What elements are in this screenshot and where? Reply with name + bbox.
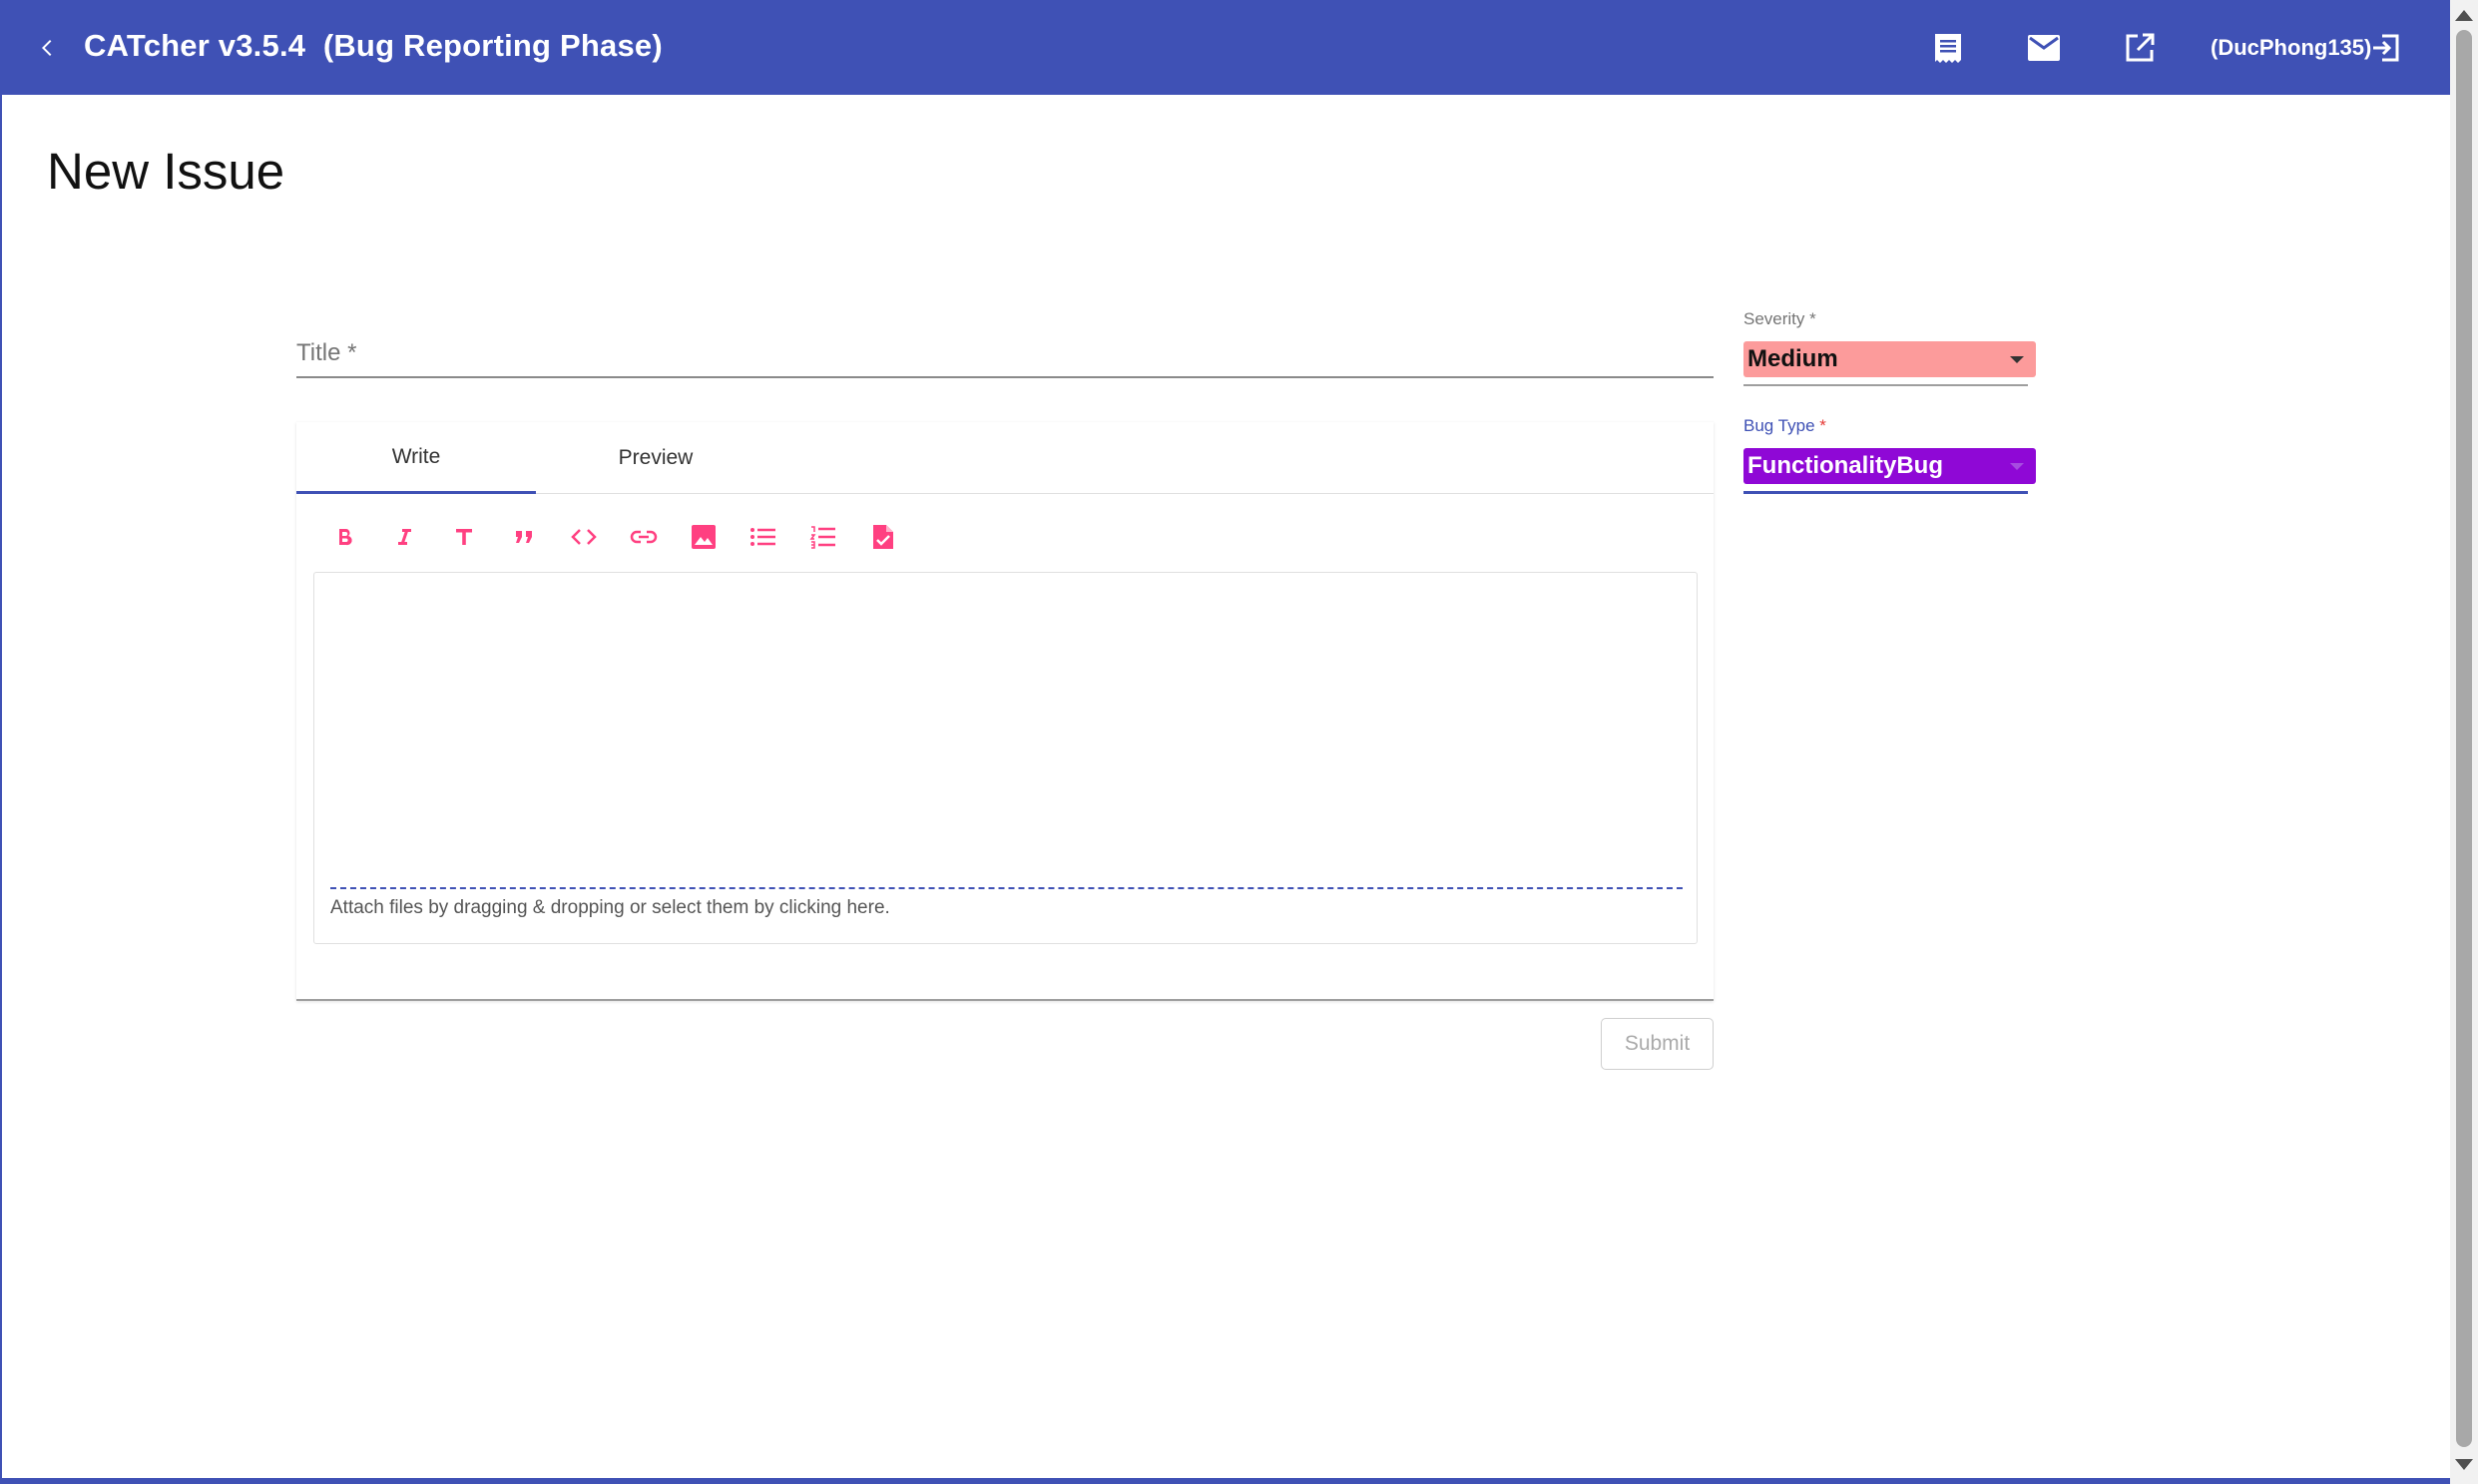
notes-icon[interactable] [1928, 28, 1968, 68]
tab-write[interactable]: Write [296, 422, 536, 494]
bug-type-underline [1743, 491, 2028, 494]
italic-icon[interactable] [374, 517, 434, 557]
tab-preview[interactable]: Preview [536, 422, 775, 494]
scrollbar-thumb[interactable] [2456, 30, 2472, 1447]
description-textarea[interactable]: Attach files by dragging & dropping or s… [313, 572, 1698, 944]
vertical-scrollbar[interactable] [2450, 0, 2478, 1484]
severity-value: Medium [1747, 345, 1838, 372]
attach-divider [330, 887, 1683, 889]
editor-tabs: Write Preview [296, 422, 1714, 494]
bold-icon[interactable] [314, 517, 374, 557]
username-label: (DucPhong135) [2211, 35, 2372, 60]
bulleted-list-icon[interactable] [734, 517, 793, 557]
open-in-new-icon[interactable] [2120, 28, 2160, 68]
severity-select[interactable]: Medium [1743, 341, 2036, 377]
back-arrow-icon[interactable] [28, 28, 68, 68]
scroll-down-icon[interactable] [2455, 1459, 2473, 1470]
app-title: CATcher v3.5.4 (Bug Reporting Phase) [84, 28, 663, 63]
title-input[interactable]: Title * [296, 334, 1714, 378]
main-content: New Issue Title * Write Preview Attach f… [2, 95, 2450, 1478]
logout-icon[interactable] [2365, 28, 2405, 68]
link-icon[interactable] [614, 517, 674, 557]
attach-files-hint[interactable]: Attach files by dragging & dropping or s… [330, 897, 890, 919]
code-icon[interactable] [554, 517, 614, 557]
top-toolbar: CATcher v3.5.4 (Bug Reporting Phase) (Du… [0, 0, 2450, 95]
quote-icon[interactable] [494, 517, 554, 557]
scroll-up-icon[interactable] [2455, 10, 2473, 21]
chevron-down-icon [2010, 356, 2024, 363]
bug-type-select[interactable]: FunctionalityBug [1743, 448, 2036, 484]
severity-underline [1743, 384, 2028, 386]
heading-icon[interactable] [434, 517, 494, 557]
mail-icon[interactable] [2024, 28, 2064, 68]
page-title: New Issue [47, 143, 285, 200]
image-icon[interactable] [674, 517, 734, 557]
formatting-toolbar [314, 517, 913, 557]
submit-button[interactable]: Submit [1601, 1018, 1714, 1070]
bug-type-label: Bug Type * [1743, 416, 1826, 435]
app-window: CATcher v3.5.4 (Bug Reporting Phase) (Du… [0, 0, 2478, 1484]
chevron-down-icon [2010, 463, 2024, 470]
numbered-list-icon[interactable] [793, 517, 853, 557]
bug-type-value: FunctionalityBug [1747, 452, 1943, 479]
title-label: Title * [296, 339, 357, 366]
severity-label: Severity * [1743, 309, 1816, 328]
description-editor: Write Preview Attach files by dragging &… [296, 422, 1714, 1001]
task-file-icon[interactable] [853, 517, 913, 557]
